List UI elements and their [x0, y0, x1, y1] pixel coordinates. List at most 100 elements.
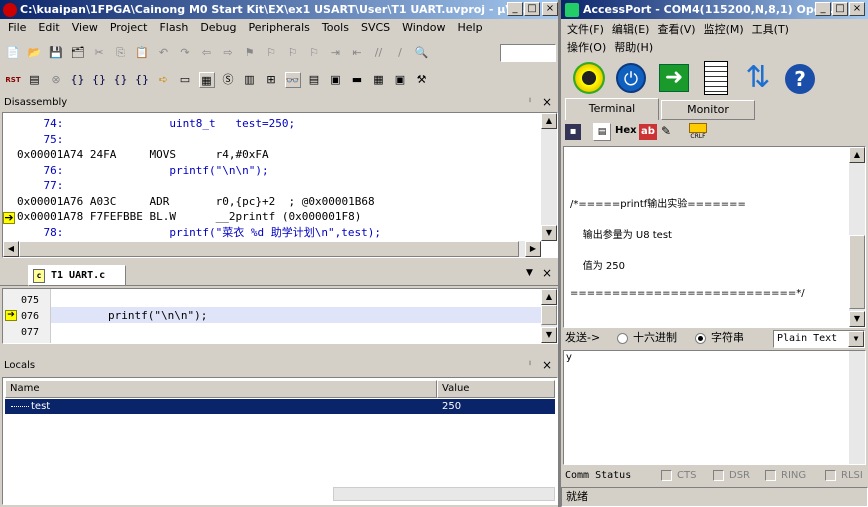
editor-line[interactable]: 075	[3, 292, 207, 308]
comment-icon[interactable]: //	[371, 45, 387, 61]
find-in-files-icon[interactable]: 🔍	[414, 45, 430, 61]
scroll-down-icon[interactable]: ▼	[541, 225, 557, 241]
ap-log-button[interactable]	[695, 58, 737, 100]
ap-scroll-down-icon[interactable]: ▼	[849, 311, 865, 327]
ap-input-vscroll[interactable]	[849, 351, 865, 464]
format-select[interactable]: Plain Text ▼	[773, 330, 865, 348]
editor-scroll-down-icon[interactable]: ▼	[541, 327, 557, 343]
stop-icon[interactable]: ⊗	[48, 72, 64, 88]
redo-icon[interactable]: ↷	[177, 45, 193, 61]
disassembly-line[interactable]: 0x00001A74 24FA MOVS r4,#0xFA	[17, 147, 381, 163]
unindent-icon[interactable]: ⇤	[349, 45, 365, 61]
ap-menu-view[interactable]: 查看(V)	[657, 23, 695, 36]
maximize-button[interactable]: □	[524, 2, 540, 16]
radio-string[interactable]	[695, 333, 706, 344]
command-window-icon[interactable]: ▭	[177, 72, 193, 88]
radio-hex-label[interactable]: 十六进制	[633, 329, 677, 347]
editor-view[interactable]: 075 076 printf("\n\n"); 077 ➔ ▲ ▼	[2, 288, 558, 344]
scroll-up-icon[interactable]: ▲	[541, 113, 557, 129]
new-file-icon[interactable]: 📄	[5, 45, 21, 61]
close-button[interactable]: ×	[542, 2, 558, 16]
find-combo[interactable]	[500, 44, 556, 62]
editor-line[interactable]: 077	[3, 324, 207, 340]
trace-window-icon[interactable]: ▦	[371, 72, 387, 88]
locals-col-value[interactable]: Value	[437, 380, 555, 398]
menu-project[interactable]: Project	[104, 19, 154, 37]
editor-scroll-up-icon[interactable]: ▲	[541, 289, 557, 305]
open-folder-icon[interactable]: 📂	[27, 45, 43, 61]
menu-window[interactable]: Window	[396, 19, 451, 37]
scroll-right-icon[interactable]: ▶	[525, 241, 541, 257]
locals-hscroll[interactable]	[333, 487, 555, 501]
ap-text-view-icon[interactable]: ab	[639, 124, 657, 140]
tab-monitor[interactable]: Monitor	[661, 100, 755, 120]
disassembly-line[interactable]: 77:	[17, 178, 381, 194]
system-viewer-icon[interactable]: ▣	[392, 72, 408, 88]
ap-menu-tools[interactable]: 工具(T)	[752, 23, 789, 36]
ap-send-button[interactable]: ➜	[653, 58, 695, 100]
registers-window-icon[interactable]: ▥	[242, 72, 258, 88]
watch-window-icon[interactable]: 👓	[284, 72, 301, 88]
bookmark-clear-icon[interactable]: ⚐	[306, 45, 322, 61]
locals-col-name[interactable]: Name	[5, 380, 437, 398]
run-icon[interactable]: ▤	[27, 72, 43, 88]
minimize-button[interactable]: _	[507, 2, 523, 16]
hscroll-thumb[interactable]	[19, 241, 519, 257]
uncomment-icon[interactable]: /	[392, 45, 408, 61]
menu-view[interactable]: View	[66, 19, 104, 37]
memory-window-icon[interactable]: ▤	[306, 72, 322, 88]
menu-flash[interactable]: Flash	[153, 19, 194, 37]
save-all-icon[interactable]: 🗂	[70, 45, 86, 61]
ap-menu-operate[interactable]: 操作(O)	[567, 41, 606, 54]
disassembly-line[interactable]: 78: printf("菜衣 %d 助学计划\n",test);	[17, 225, 381, 241]
show-next-statement-icon[interactable]: ➪	[156, 72, 172, 88]
ap-close-button[interactable]: ×	[849, 2, 865, 16]
editor-scroll-thumb[interactable]	[541, 305, 557, 325]
nav-forward-icon[interactable]: ⇨	[220, 45, 236, 61]
locals-pin-icon[interactable]: ᛌ	[527, 357, 533, 374]
undo-icon[interactable]: ↶	[156, 45, 172, 61]
ap-help-button[interactable]: ?	[779, 58, 821, 100]
ap-settings-button[interactable]	[569, 58, 611, 100]
ap-scroll-up-icon[interactable]: ▲	[849, 147, 865, 163]
editor-vscroll[interactable]: ▲ ▼	[541, 289, 557, 343]
ap-menu-file[interactable]: 文件(F)	[567, 23, 604, 36]
editor-line[interactable]: 076 printf("\n\n");	[3, 308, 207, 324]
menu-edit[interactable]: Edit	[32, 19, 65, 37]
symbols-window-icon[interactable]: Ⓢ	[220, 72, 236, 88]
disassembly-line[interactable]: 75:	[17, 132, 381, 148]
logic-analyzer-icon[interactable]: ▬	[349, 72, 365, 88]
disassembly-line[interactable]: 76: printf("\n\n");	[17, 163, 381, 179]
serial-window-icon[interactable]: ▣	[328, 72, 344, 88]
ap-refresh-button[interactable]: ⇅	[737, 58, 779, 100]
ap-menu-edit[interactable]: 编辑(E)	[612, 23, 650, 36]
indent-icon[interactable]: ⇥	[328, 45, 344, 61]
ap-terminal-vscroll[interactable]: ▲ ▼	[849, 147, 865, 327]
step-into-icon[interactable]: {}	[70, 72, 86, 88]
ap-scroll-thumb[interactable]	[849, 235, 865, 309]
cut-icon[interactable]: ✂	[91, 45, 107, 61]
pin-icon[interactable]: ᛌ	[527, 94, 533, 111]
ap-save-icon[interactable]: ▪	[565, 124, 581, 140]
ap-maximize-button[interactable]: □	[832, 2, 848, 16]
disassembly-vscroll[interactable]: ▲ ▼	[541, 113, 557, 241]
step-over-icon[interactable]: {}	[91, 72, 107, 88]
ap-menu-help[interactable]: 帮助(H)	[614, 41, 653, 54]
radio-hex[interactable]	[617, 333, 628, 344]
disassembly-line[interactable]: 74: uint8_t test=250;	[17, 116, 381, 132]
disassembly-view[interactable]: 74: uint8_t test=250; 75: 0x00001A74 24FA…	[2, 112, 558, 258]
ap-power-button[interactable]: ⏻	[611, 58, 653, 100]
ap-send-input[interactable]: y	[563, 350, 866, 465]
locals-close-icon[interactable]: ×	[542, 357, 552, 374]
call-stack-icon[interactable]: ⊞	[263, 72, 279, 88]
disassembly-window-icon[interactable]: ▦	[198, 72, 215, 88]
toolbox-icon[interactable]: ⚒	[414, 72, 430, 88]
editor-close-icon[interactable]: ×	[542, 266, 552, 280]
bookmark-prev-icon[interactable]: ⚐	[263, 45, 279, 61]
menu-tools[interactable]: Tools	[316, 19, 355, 37]
menu-debug[interactable]: Debug	[194, 19, 242, 37]
menu-svcs[interactable]: SVCS	[355, 19, 396, 37]
copy-icon[interactable]: ⎘	[113, 45, 129, 61]
nav-back-icon[interactable]: ⇦	[199, 45, 215, 61]
step-out-icon[interactable]: {}	[113, 72, 129, 88]
